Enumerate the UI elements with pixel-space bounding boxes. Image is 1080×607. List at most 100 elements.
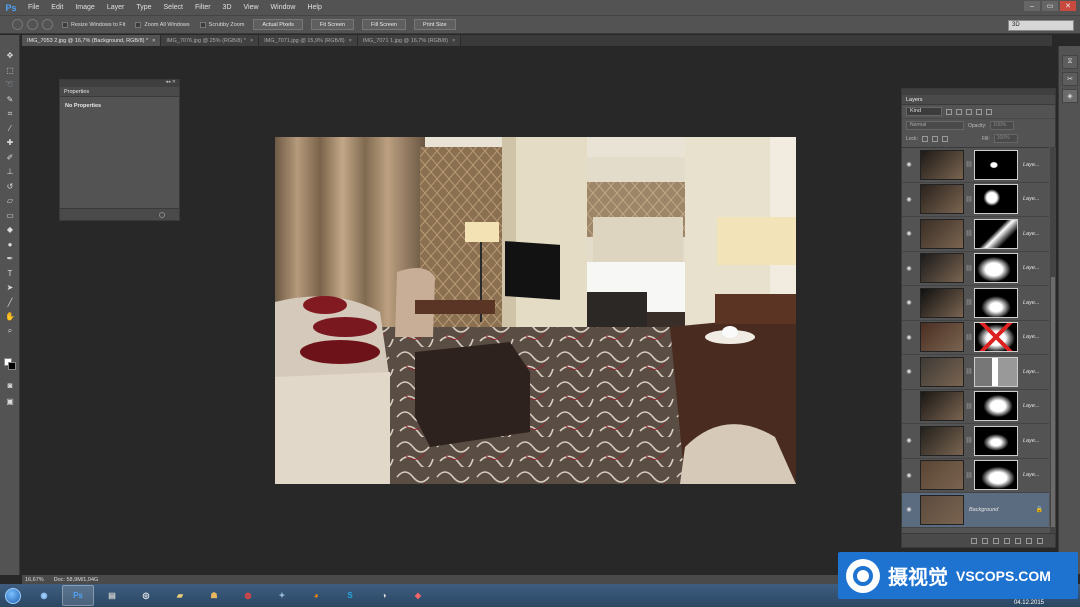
start-button[interactable] xyxy=(0,585,26,607)
new-layer-icon[interactable] xyxy=(1026,537,1032,544)
fill-field[interactable]: 100% xyxy=(993,134,1018,143)
close-button[interactable]: ✕ xyxy=(1060,1,1076,11)
eye-visibility-icon[interactable]: ◉ xyxy=(902,299,916,306)
layer-thumbnail[interactable] xyxy=(920,391,964,422)
tab-close-icon[interactable]: × xyxy=(152,38,155,44)
taskbar-date[interactable]: 04.12.2015 xyxy=(1014,600,1044,606)
eye-visibility-icon[interactable]: ◉ xyxy=(902,161,916,168)
add-mask-icon[interactable] xyxy=(993,537,999,544)
taskbar-app-media-icon[interactable]: ◉ xyxy=(28,585,60,606)
fit-screen-button[interactable]: Fit Screen xyxy=(310,19,354,30)
shape-filter-icon[interactable] xyxy=(976,108,982,115)
layer-mask-thumbnail[interactable] xyxy=(974,391,1018,422)
menu-window[interactable]: Window xyxy=(265,4,302,11)
kind-filter-select[interactable]: Kind xyxy=(906,107,942,116)
layer-row[interactable]: ◉ ⛓ Laye... xyxy=(902,217,1049,252)
layer-name[interactable]: Laye... xyxy=(1023,300,1040,306)
layer-mask-thumbnail[interactable] xyxy=(974,287,1018,318)
layer-thumbnail[interactable] xyxy=(920,287,964,318)
taskbar-chrome-icon[interactable]: ◍ xyxy=(232,585,264,606)
stamp-tool-icon[interactable]: ⊥ xyxy=(3,166,17,178)
document-tab[interactable]: IMG_7071 1.jpg @ 16,7% (RGB/8) × xyxy=(357,35,462,46)
scrollbar-thumb[interactable] xyxy=(1051,277,1055,527)
blend-mode-select[interactable]: Normal xyxy=(906,121,964,130)
visibility-icon[interactable] xyxy=(159,212,165,218)
menu-select[interactable]: Select xyxy=(158,4,189,11)
taskbar-folder-icon[interactable]: ▰ xyxy=(164,585,196,606)
layers-scrollbar[interactable] xyxy=(1050,147,1056,533)
eye-visibility-icon[interactable]: ◉ xyxy=(902,196,916,203)
brush-tool-icon[interactable]: ✐ xyxy=(3,151,17,163)
workspace-select[interactable]: 3D xyxy=(1008,20,1074,31)
tab-close-icon[interactable]: × xyxy=(250,38,253,44)
taskbar-obs-icon[interactable]: ◑ xyxy=(368,585,400,606)
quick-mask-icon[interactable]: ◙ xyxy=(3,380,17,392)
layer-thumbnail[interactable] xyxy=(920,322,964,353)
tools-panel-icon[interactable]: ✂ xyxy=(1062,72,1078,86)
mask-link-icon[interactable]: ⛓ xyxy=(964,403,974,410)
delete-layer-icon[interactable] xyxy=(1037,537,1043,544)
layer-row[interactable]: ◉ ⛓ Laye... xyxy=(902,286,1049,321)
collapse-close-icons[interactable]: ◂◂ ✕ xyxy=(165,79,176,85)
new-adjustment-icon[interactable] xyxy=(1004,537,1010,544)
zoom-in-icon[interactable] xyxy=(27,19,38,30)
path-select-tool-icon[interactable]: ➤ xyxy=(3,282,17,294)
minimize-button[interactable]: – xyxy=(1024,1,1040,11)
menu-file[interactable]: File xyxy=(22,4,45,11)
history-panel-icon[interactable]: ⧖ xyxy=(1062,55,1078,69)
layer-mask-thumbnail[interactable] xyxy=(974,356,1018,387)
layer-thumbnail[interactable] xyxy=(920,425,964,456)
menu-layer[interactable]: Layer xyxy=(101,4,131,11)
mask-link-icon[interactable]: ⛓ xyxy=(964,196,974,203)
menu-view[interactable]: View xyxy=(238,4,265,11)
properties-panel-topbar[interactable]: ◂◂ ✕ xyxy=(60,79,179,87)
taskbar-computer-icon[interactable]: ▤ xyxy=(96,585,128,606)
document-tab[interactable]: IMG_7053 2.jpg @ 16,7% (Background, RGB/… xyxy=(22,35,162,46)
document-tab[interactable]: IMG_7071.jpg @ 15,9% (RGB/8) × xyxy=(259,35,358,46)
taskbar-photoshop-icon[interactable]: Ps xyxy=(62,585,94,606)
zoom-level[interactable]: 16,67% xyxy=(25,577,44,583)
type-filter-icon[interactable] xyxy=(966,108,972,115)
taskbar-bird-icon[interactable]: ✦ xyxy=(266,585,298,606)
history-brush-tool-icon[interactable]: ↺ xyxy=(3,180,17,192)
mask-link-icon[interactable]: ⛓ xyxy=(964,437,974,444)
menu-edit[interactable]: Edit xyxy=(45,4,69,11)
layers-panel-icon[interactable]: ◈ xyxy=(1062,89,1078,103)
zoom-tool-icon[interactable]: ⌕ xyxy=(3,325,17,337)
adjustment-filter-icon[interactable] xyxy=(956,108,962,115)
layer-name[interactable]: Laye... xyxy=(1023,162,1040,168)
eye-visibility-icon[interactable]: ◉ xyxy=(902,368,916,375)
opacity-field[interactable]: 100% xyxy=(990,121,1015,130)
layer-thumbnail[interactable] xyxy=(920,494,964,525)
zoom-out-icon[interactable] xyxy=(42,19,53,30)
mask-link-icon[interactable]: ⛓ xyxy=(964,368,974,375)
mask-link-icon[interactable]: ⛓ xyxy=(964,161,974,168)
document-canvas-photo[interactable] xyxy=(275,137,796,484)
layer-thumbnail[interactable] xyxy=(920,184,964,215)
properties-tab[interactable]: Properties xyxy=(60,87,179,97)
tab-close-icon[interactable]: × xyxy=(349,38,352,44)
zoom-tool-icon[interactable] xyxy=(12,19,23,30)
pen-tool-icon[interactable]: ✒ xyxy=(3,253,17,265)
layer-mask-thumbnail[interactable] xyxy=(974,425,1018,456)
layer-name[interactable]: Laye... xyxy=(1023,231,1040,237)
layer-row[interactable]: ◉ ⛓ Laye... xyxy=(902,182,1049,217)
actual-pixels-button[interactable]: Actual Pixels xyxy=(253,19,303,30)
layer-row[interactable]: ◉ ⛓ Laye... xyxy=(902,148,1049,183)
line-tool-icon[interactable]: ╱ xyxy=(3,296,17,308)
taskbar-camera-icon[interactable]: ◈ xyxy=(402,585,434,606)
maximize-button[interactable]: ▭ xyxy=(1042,1,1058,11)
layer-mask-thumbnail[interactable] xyxy=(974,218,1018,249)
type-tool-icon[interactable]: T xyxy=(3,267,17,279)
quick-select-tool-icon[interactable]: ✎ xyxy=(3,93,17,105)
doc-size[interactable]: Doc: 58,9M/1,04G xyxy=(54,577,99,583)
eye-visibility-icon[interactable]: ◉ xyxy=(902,472,916,479)
layer-mask-thumbnail[interactable] xyxy=(974,184,1018,215)
taskbar-app-icon[interactable]: ☗ xyxy=(198,585,230,606)
layer-name[interactable]: Laye... xyxy=(1023,438,1040,444)
mask-link-icon[interactable]: ⛓ xyxy=(964,265,974,272)
scrubby-zoom-checkbox[interactable]: Scrubby Zoom xyxy=(199,21,244,28)
resize-windows-checkbox[interactable]: Resize Windows to Fit xyxy=(62,21,125,28)
layer-thumbnail[interactable] xyxy=(920,149,964,180)
hand-tool-icon[interactable]: ✋ xyxy=(3,311,17,323)
